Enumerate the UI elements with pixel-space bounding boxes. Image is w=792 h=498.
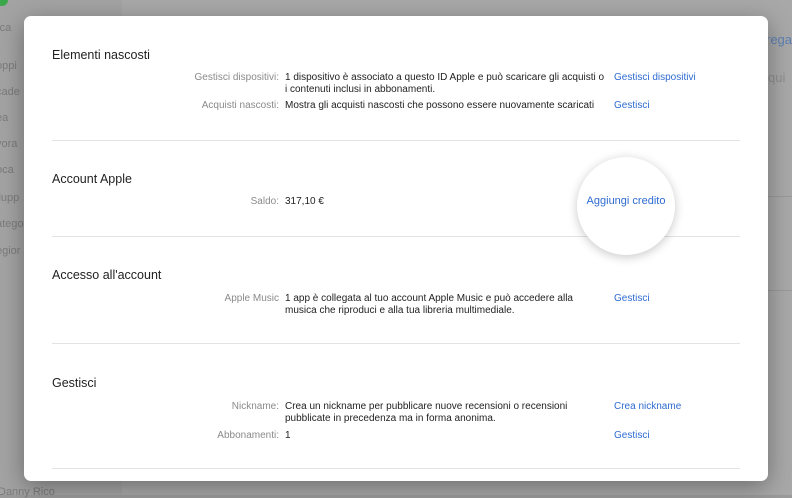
manage-subscriptions-button[interactable]: Gestisci [614, 430, 650, 441]
section-divider [52, 468, 740, 469]
section-title-account-access: Accesso all'account [52, 268, 162, 282]
section-title-hidden-items: Elementi nascosti [52, 48, 150, 62]
background-sidebar-item: cade [0, 86, 20, 98]
subscriptions-label: Abbonamenti: [217, 430, 279, 441]
background-divider [768, 290, 792, 291]
hidden-purchases-label: Acquisti nascosti: [201, 100, 279, 111]
account-settings-sheet: Elementi nascosti Gestisci dispositivi: … [24, 16, 768, 481]
hidden-purchases-value: Mostra gli acquisti nascosti che possono… [285, 100, 595, 111]
section-divider [52, 343, 740, 344]
section-divider [52, 140, 740, 141]
background-user-name: Danny Rico [0, 486, 55, 498]
subscriptions-value: 1 [285, 430, 291, 441]
create-nickname-button[interactable]: Crea nickname [614, 401, 681, 412]
background-sidebar-item: vora [0, 138, 18, 150]
background-sidebar-item: rca [0, 22, 12, 34]
manage-apple-music-button[interactable]: Gestisci [614, 293, 650, 304]
add-credit-spotlight: Aggiungi credito [577, 157, 675, 255]
balance-value: 317,10 € [285, 196, 324, 207]
background-link: rega [766, 32, 792, 47]
nickname-label: Nickname: [231, 401, 279, 412]
background-divider [768, 196, 792, 197]
balance-label: Saldo: [250, 196, 279, 207]
manage-hidden-purchases-button[interactable]: Gestisci [614, 100, 650, 111]
background-sidebar-item: oca [0, 164, 14, 176]
background-sidebar-item: ilupp [0, 192, 20, 204]
background-sidebar-item: ea [0, 112, 9, 124]
manage-devices-label: Gestisci dispositivi: [194, 72, 279, 83]
add-credit-button[interactable]: Aggiungi credito [577, 195, 675, 207]
background-sidebar-item: egior [0, 245, 21, 257]
manage-devices-button[interactable]: Gestisci dispositivi [614, 72, 696, 83]
apple-music-value: 1 app è collegata al tuo account Apple M… [285, 293, 573, 316]
manage-devices-value: 1 dispositivo è associato a questo ID Ap… [285, 72, 605, 95]
background-sidebar-item: oppi [0, 60, 17, 72]
apple-music-label: Apple Music [224, 293, 279, 304]
window-close-dot-icon [0, 0, 8, 6]
background-heading: qui [768, 70, 786, 85]
section-title-manage: Gestisci [52, 376, 97, 390]
background-sidebar-item: atego [0, 218, 24, 230]
nickname-value: Crea un nickname per pubblicare nuove re… [285, 401, 568, 424]
section-title-apple-account: Account Apple [52, 172, 132, 186]
